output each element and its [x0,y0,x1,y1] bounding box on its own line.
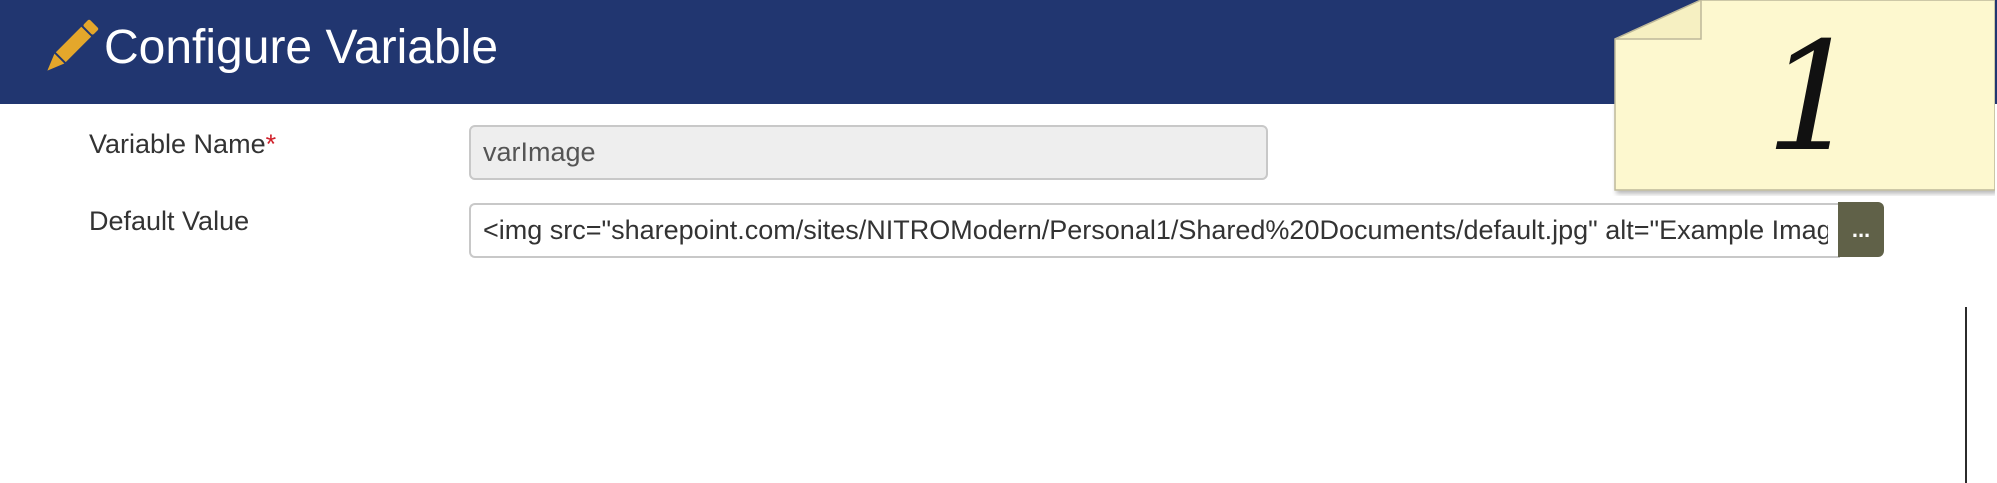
default-value-label: Default Value [89,206,250,236]
variable-name-label-text: Variable Name [89,129,266,159]
default-value-input[interactable] [469,203,1840,258]
variable-name-label: Variable Name* [89,128,276,160]
divider-line [1965,307,1967,483]
dialog-title: Configure Variable [104,21,499,74]
required-marker: * [265,129,277,159]
variable-name-input[interactable] [469,125,1268,180]
browse-button[interactable]: ... [1838,202,1884,257]
pencil-icon [47,19,99,71]
sticky-note-number: 1 [1765,11,1861,185]
